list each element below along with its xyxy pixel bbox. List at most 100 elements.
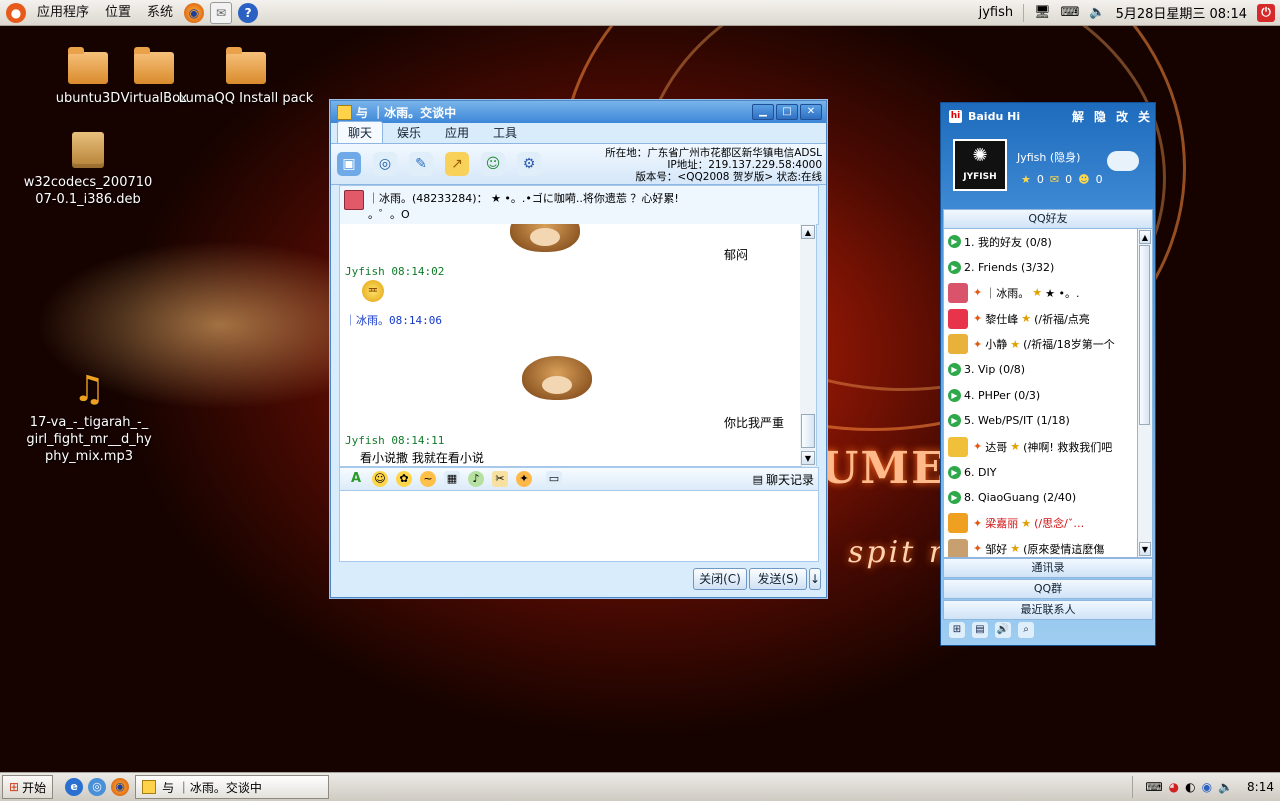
desktop-icon-mp3[interactable]: ♫ 17-va_-_tigarah_-_girl_fight_mr__d_hyp… <box>26 370 152 465</box>
network-icon[interactable]: 🖥 <box>1034 5 1051 20</box>
send-image-icon[interactable]: ▦ <box>444 471 460 487</box>
keyboard-icon[interactable]: ⌨ <box>1061 5 1080 20</box>
weather-cloud-icon[interactable] <box>1107 151 1139 171</box>
close-button[interactable]: 关闭(C) <box>693 568 747 590</box>
hi-edit-button[interactable]: 改 <box>1116 108 1128 125</box>
volume-icon[interactable]: 🔈 <box>1089 5 1105 20</box>
buddy-item[interactable]: ✦ 邹好 ★ (原來愛情這麼傷 <box>944 536 1138 557</box>
buddy-group[interactable]: ▶ 1. 我的好友 (0/8) <box>944 229 1138 255</box>
buddy-item[interactable]: ✦ 达哥 ★ (神啊! 救救我们吧 <box>944 434 1138 460</box>
send-button[interactable]: 发送(S) <box>749 568 807 590</box>
video-call-icon[interactable]: ▣ <box>337 152 361 176</box>
tray-app-icon[interactable]: ◐ <box>1185 780 1195 794</box>
menu-icon[interactable]: ⊞ <box>949 622 965 638</box>
buddy-group[interactable]: ▶ 6. DIY <box>944 459 1138 485</box>
music-icon: ♫ <box>72 369 106 410</box>
baidu-hi-logo-icon: hi <box>949 109 962 123</box>
send-options-arrow-icon[interactable]: ↓ <box>809 568 821 590</box>
firefox-icon[interactable]: ◉ <box>111 778 130 796</box>
input-method-icon[interactable]: ⌨ <box>1145 780 1162 794</box>
history-button[interactable]: ▤ 聊天记录 <box>753 471 814 488</box>
scroll-thumb[interactable] <box>1139 245 1150 425</box>
mail-icon[interactable]: ✉ <box>1050 173 1059 186</box>
buddy-item[interactable]: ✦ ｜冰雨。 ★ ★ •。. <box>944 280 1138 306</box>
taskbar-item-chat[interactable]: 与 ｜冰雨。交谈中 <box>135 775 330 799</box>
tab-recent-contacts[interactable]: 最近联系人 <box>943 600 1153 620</box>
user-name[interactable]: jyfish <box>979 5 1014 20</box>
more-features-icon[interactable]: ✦ <box>516 471 532 487</box>
baidu-hi-tray-icon[interactable]: ◉ <box>1202 780 1212 794</box>
mail-icon[interactable]: ✉ <box>210 1 233 24</box>
screen-capture-icon[interactable]: ▭ <box>546 471 562 487</box>
tab-qq-friends[interactable]: QQ好友 <box>943 209 1153 229</box>
scroll-down-button[interactable]: ▼ <box>1139 542 1151 556</box>
hi-user-status[interactable]: Jyfish (隐身) <box>1017 149 1080 165</box>
menu-system[interactable]: 系统 <box>139 0 181 25</box>
close-window-button[interactable]: ✕ <box>800 104 822 120</box>
buddy-group[interactable]: ▶ 2. Friends (3/32) <box>944 255 1138 281</box>
contact-avatar[interactable] <box>344 190 364 210</box>
buddy-group[interactable]: ▶ 4. PHPer (0/3) <box>944 383 1138 409</box>
magic-emoji-icon[interactable]: ✿ <box>396 471 412 487</box>
minimize-button[interactable]: ▁ <box>752 104 774 120</box>
tab-tools[interactable]: 工具 <box>483 122 527 143</box>
screenshot-icon[interactable]: ✂ <box>492 471 508 487</box>
message-input[interactable] <box>339 490 819 562</box>
qq-penguin-icon[interactable]: ◕ <box>1169 780 1179 794</box>
sound-icon[interactable]: 🔊 <box>995 622 1011 638</box>
webcam-icon[interactable]: ◎ <box>373 152 397 176</box>
ie-browser-icon[interactable]: e <box>65 778 84 796</box>
taskbar-clock[interactable]: 8:14 <box>1247 780 1274 794</box>
tab-apps[interactable]: 应用 <box>435 122 479 143</box>
hi-hide-button[interactable]: 隐 <box>1094 108 1106 125</box>
chat-title-bar[interactable]: 与 ｜冰雨。交谈中 ▁ □ ✕ <box>331 101 826 123</box>
user-avatar[interactable]: ✺ JYFISH <box>953 139 1007 191</box>
help-icon[interactable]: ? <box>238 2 259 23</box>
tab-qq-groups[interactable]: QQ群 <box>943 579 1153 599</box>
message-manager-icon[interactable]: ▤ <box>972 622 988 638</box>
tab-chat[interactable]: 聊天 <box>337 121 384 143</box>
more-tools-icon[interactable]: ⚙ <box>517 152 541 176</box>
desktop-icon-w32codecs[interactable]: w32codecs_20071007-0.1_i386.deb <box>22 132 154 208</box>
buddy-group[interactable]: ▶ 5. Web/PS/IT (1/18) <box>944 408 1138 434</box>
buddy-group[interactable]: ▶ 3. Vip (0/8) <box>944 357 1138 383</box>
scroll-up-button[interactable]: ▲ <box>1139 230 1151 244</box>
friends-icon[interactable]: ☻ <box>1078 173 1089 186</box>
firefox-icon[interactable]: ◉ <box>184 2 205 23</box>
shake-icon[interactable]: ~ <box>420 471 436 487</box>
volume-icon[interactable]: 🔈 <box>1218 780 1233 794</box>
buddy-group[interactable]: ▶ 8. QiaoGuang (2/40) <box>944 485 1138 511</box>
hi-title-bar[interactable]: hi Baidu Hi 解 隐 改 关 <box>941 103 1155 129</box>
add-contact-icon[interactable]: ☺ <box>481 152 505 176</box>
menu-applications[interactable]: 应用程序 <box>29 0 97 25</box>
buddy-item[interactable]: ✦ 小静 ★ (/祈福/18岁第一个 <box>944 331 1138 357</box>
expand-arrow-icon: ▶ <box>948 465 961 479</box>
message-history[interactable]: 郁闷 Jyfish 08:14:02 ≖ ｜冰雨。08:14:06 你比我严重 … <box>339 224 802 467</box>
tab-entertainment[interactable]: 娱乐 <box>387 122 431 143</box>
menu-places[interactable]: 位置 <box>97 0 139 25</box>
ubuntu-logo-icon[interactable]: ● <box>6 2 26 23</box>
scroll-down-button[interactable]: ▼ <box>801 451 815 465</box>
hi-unlock-button[interactable]: 解 <box>1072 108 1084 125</box>
maximize-button[interactable]: □ <box>776 104 798 120</box>
power-icon[interactable]: ⏻ <box>1257 3 1275 22</box>
buddy-item[interactable]: ✦ 黎仕峰 ★ (/祈福/点亮 <box>944 306 1138 332</box>
scroll-thumb[interactable] <box>801 414 815 448</box>
desktop-icon-lumaqq[interactable]: LumaQQ Install pack <box>176 47 316 107</box>
buddy-item[interactable]: ✦ 梁嘉丽 ★ (/思念/ˇ… <box>944 511 1138 537</box>
send-file-icon[interactable]: ↗ <box>445 152 469 176</box>
voice-icon[interactable]: ✎ <box>409 152 433 176</box>
buddy-scrollbar[interactable]: ▲ ▼ <box>1137 228 1153 558</box>
start-button[interactable]: ⊞ 开始 <box>2 775 54 799</box>
quick-launch-icon[interactable]: ◎ <box>88 778 107 796</box>
emoji-picker-icon[interactable]: ☺ <box>372 471 388 487</box>
hi-close-button[interactable]: 关 <box>1138 108 1150 125</box>
buddy-list[interactable]: ▶ 1. 我的好友 (0/8) ▶ 2. Friends (3/32) ✦ ｜冰雨。 ★ ★ … <box>943 228 1139 558</box>
tab-contacts[interactable]: 通讯录 <box>943 558 1153 578</box>
clock[interactable]: 5月28日星期三 08:14 <box>1116 3 1247 22</box>
message-scrollbar[interactable]: ▲ ▼ <box>800 224 817 466</box>
music-share-icon[interactable]: ♪ <box>468 471 484 487</box>
font-icon[interactable]: A <box>348 471 364 487</box>
search-icon[interactable]: ⌕ <box>1018 622 1034 638</box>
scroll-up-button[interactable]: ▲ <box>801 225 815 239</box>
